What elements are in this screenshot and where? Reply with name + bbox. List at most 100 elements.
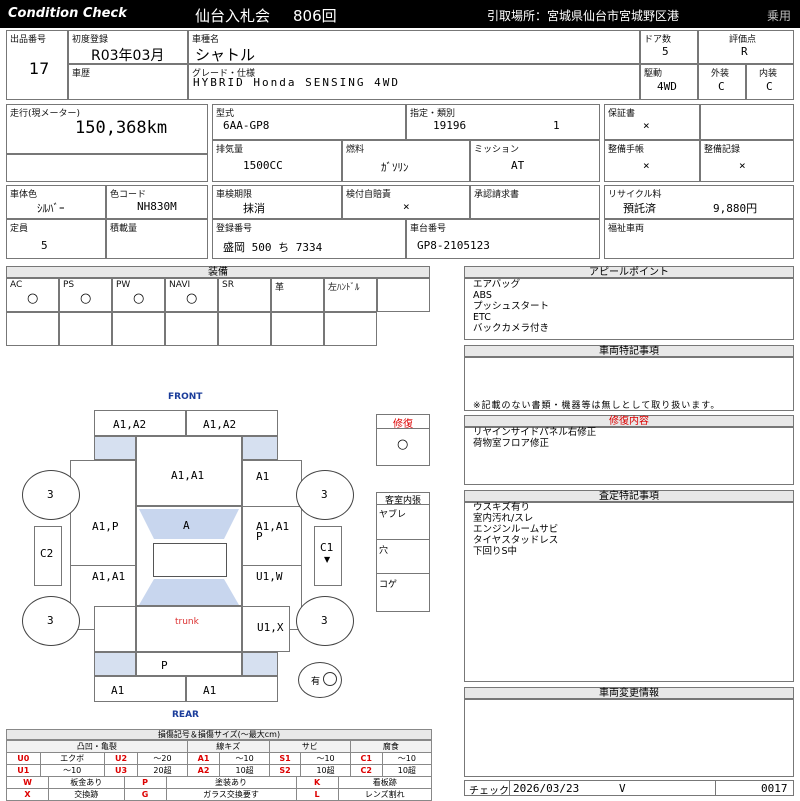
special-title: 車両特記事項	[464, 345, 794, 357]
pickup-location: 引取場所：宮城県仙台市宮城野区港	[487, 9, 680, 23]
bumper-front-left: A1,A2	[94, 410, 186, 436]
appeal-line: ETC	[473, 312, 491, 323]
quarter-right-mark: U1,X	[257, 621, 284, 634]
door-right-rear-mark: U1,W	[256, 570, 283, 583]
equipment-name: SR	[222, 280, 234, 290]
repair-box: 修復 ○	[376, 414, 430, 466]
equipment-item: 左ﾊﾝﾄﾞﾙ	[324, 278, 377, 312]
corner-rr	[242, 652, 278, 676]
history-label: 車歴	[72, 69, 91, 79]
mirror-right: C1 ▼	[314, 526, 342, 586]
interior-box-label: 客室内張	[377, 493, 429, 506]
mission-cell: ミッション AT	[470, 140, 600, 182]
rear-window	[139, 579, 239, 605]
legend-code: S1	[268, 752, 302, 765]
change-body	[464, 699, 794, 777]
legend-code: G	[123, 788, 167, 801]
tire-front-right: 3	[296, 470, 354, 520]
legend-category: 凸凹・亀裂	[6, 740, 188, 753]
warranty-label: 保証書	[608, 109, 636, 119]
fuel-label: 燃料	[346, 145, 365, 155]
door-left-front-mark: A1,P	[92, 520, 119, 533]
exterior-label: 外装	[711, 69, 730, 79]
plate-cell: 登録番号 盛岡 500 ち 7334	[212, 219, 406, 259]
lot-number: 17	[29, 59, 50, 78]
header-title: Condition Check	[8, 6, 127, 21]
color-label: 車体色	[10, 190, 38, 200]
repair-title: 修復内容	[464, 415, 794, 427]
warranty-cell: 保証書 ×	[604, 104, 700, 140]
plate-label: 登録番号	[216, 224, 253, 234]
appeal-title: アピールポイント	[464, 266, 794, 278]
equipment-item: 革	[271, 278, 324, 312]
score-cell: 評価点 R	[698, 30, 794, 64]
bumper-front-right-mark: A1,A2	[203, 418, 237, 431]
drive: 4WD	[657, 80, 677, 93]
equipment-name: AC	[10, 280, 23, 290]
manual-cell: 整備手帳 ×	[604, 140, 700, 182]
type-cell: 型式 6AA-GP8	[212, 104, 406, 140]
legend-size: ～20	[137, 752, 188, 765]
legend-size: 10超	[300, 764, 351, 777]
tailgate-mark: P	[161, 659, 168, 672]
recycle-label: リサイクル料	[608, 190, 662, 200]
capacity: 5	[41, 239, 48, 252]
record-cell: 整備記録 ×	[700, 140, 794, 182]
capacity-cell: 定員 5	[6, 219, 106, 259]
displacement: 1500CC	[243, 159, 283, 172]
equipment-name: PW	[116, 280, 131, 290]
lot-cell: 出品番号 17	[6, 30, 68, 100]
tire-front-right-mark: 3	[321, 488, 328, 501]
trunk: trunk	[136, 606, 242, 652]
check-label: チェック	[469, 786, 509, 797]
assessment-lines: ウスキズ有り 室内汚れ/スレ エンジンルームサビ タイヤスタッドレス 下回りS中	[473, 502, 558, 557]
interior-item-0: ヤブレ	[379, 510, 407, 520]
equipment-blank	[324, 312, 377, 346]
equipment-name: PS	[63, 280, 75, 290]
equipment-item: AC ○	[6, 278, 59, 312]
color: ｼﾙﾊﾞｰ	[37, 202, 65, 215]
equipment-blank	[271, 312, 324, 346]
legend-size: 10超	[219, 764, 270, 777]
tire-rear-right-mark: 3	[321, 614, 328, 627]
repair-line: リヤインサイドパネル右修正	[473, 427, 597, 438]
approval-cell: 承認請求書	[470, 185, 600, 219]
displacement-cell: 排気量 1500CC	[212, 140, 342, 182]
color-code: NH830M	[137, 200, 177, 213]
check-date: 2026/03/23	[513, 782, 580, 795]
load-cell: 積載量	[106, 219, 208, 259]
manual-label: 整備手帳	[608, 145, 645, 155]
chassis-label: 車台番号	[410, 224, 447, 234]
tire-front-left-mark: 3	[47, 488, 54, 501]
inspection-cell: 車検期限 抹消	[212, 185, 342, 219]
auction-name: 仙台入札会	[195, 7, 271, 25]
legend-title: 損傷記号＆損傷サイズ(～最大cm)	[6, 729, 432, 740]
mirror-right-arrow: ▼	[324, 555, 331, 564]
footer-divider-1	[509, 781, 510, 795]
assessment-title: 査定特記事項	[464, 490, 794, 502]
sheet-number: 0017	[761, 782, 788, 795]
record: ×	[739, 159, 746, 172]
special-note: ※記載のない書類・機器等は無しとして取り扱います。	[473, 401, 721, 411]
corner-fl	[94, 436, 136, 460]
legend-codes: W 板金あり P 塗装あり K 看板跡 X 交換跡 G ガラス交換要す L レンズ割れ	[6, 776, 433, 801]
chassis-cell: 車台番号 GP8-2105123	[406, 219, 600, 259]
legend-code: W	[6, 776, 49, 789]
quarter-right: U1,X	[242, 606, 290, 652]
footer-divider-2	[715, 781, 716, 795]
tire-front-left: 3	[22, 470, 80, 520]
roof-mark: A	[183, 519, 190, 532]
legend-meaning: 看板跡	[337, 776, 433, 789]
legend-meaning: 塗装あり	[165, 776, 297, 789]
legend-code-row: X 交換跡 G ガラス交換要す L レンズ割れ	[6, 788, 433, 801]
interior-item-2: コゲ	[379, 580, 398, 590]
color-code-cell: 色コード NH830M	[106, 185, 208, 219]
appeal-lines: エアバッグ ABS プッシュスタート ETC バックカメラ付き	[473, 279, 549, 334]
first-reg-label: 初度登録	[72, 35, 109, 45]
tire-rear-left: 3	[22, 596, 80, 646]
record-label: 整備記録	[704, 145, 741, 155]
type: 6AA-GP8	[223, 119, 270, 132]
vehicle-diagram: FRONT REAR A1,A2 A1,A2 A1,A1 A1 A A1,P A…	[0, 380, 460, 725]
insurance-label: 検付自賠責	[346, 190, 392, 200]
bumper-rear-right-mark: A1	[203, 684, 217, 697]
